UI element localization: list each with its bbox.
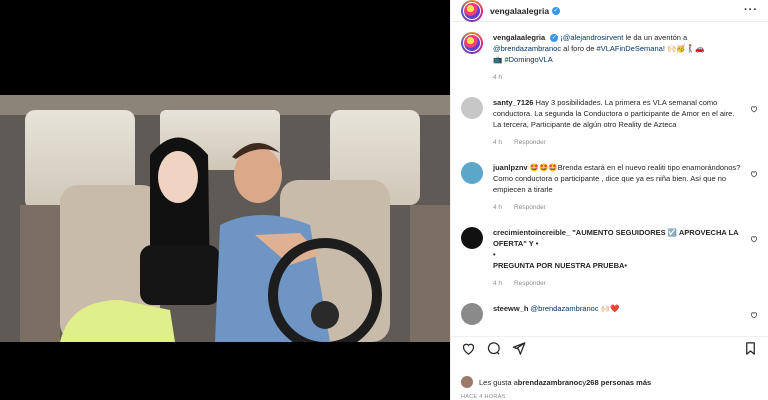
caption-username[interactable]: vengalaalegria — [493, 33, 545, 42]
like-comment-icon[interactable] — [750, 235, 758, 243]
comments-scroll[interactable]: vengalaalegria ✓ ¡@alejandrosirvent le d… — [451, 22, 768, 340]
more-options-icon[interactable]: ··· — [744, 4, 758, 16]
reply-button[interactable]: Responder — [514, 139, 546, 146]
like-comment-icon[interactable] — [750, 311, 758, 319]
post-age: HACE 4 HORAS — [461, 394, 506, 400]
like-comment-icon[interactable] — [750, 105, 758, 113]
account-username[interactable]: vengalaalegria — [490, 6, 549, 16]
likes-summary[interactable]: Les gusta a brendazambranoc y 268 person… — [461, 376, 651, 388]
comment-row: juanlpznv 🤩🤩🤩Brenda estará en el nuevo r… — [461, 162, 758, 213]
caption-hashtag[interactable]: #VLAFinDeSemana — [597, 44, 663, 53]
caption-text: ! 🙌🏻🥳🚶‍♀️🚗 — [662, 44, 705, 53]
likes-prefix: Les gusta a — [479, 377, 518, 387]
comment-row: crecimientoincreible_ "AUMENTO SEGUIDORE… — [461, 227, 758, 289]
comment-text: 🤩🤩🤩Brenda estará en el nuevo realiti tip… — [493, 163, 741, 194]
caption-hashtag[interactable]: #DomingoVLA — [504, 55, 552, 64]
comment-mention[interactable]: @brendazambranoc — [531, 304, 599, 313]
comment-avatar[interactable] — [461, 227, 483, 249]
post-sidebar: vengalaalegria ✓ ··· vengalaalegria ✓ ¡@… — [450, 0, 768, 400]
like-comment-icon[interactable] — [750, 170, 758, 178]
post-header: vengalaalegria ✓ ··· — [451, 0, 768, 22]
caption-row: vengalaalegria ✓ ¡@alejandrosirvent le d… — [461, 32, 758, 83]
reply-button[interactable]: Responder — [514, 204, 546, 211]
caption-text: al foro de — [561, 44, 597, 53]
comment-time: 4 h — [493, 280, 503, 287]
comment-avatar[interactable] — [461, 303, 483, 325]
comment-avatar[interactable] — [461, 162, 483, 184]
post-actions — [451, 336, 768, 360]
caption-mention[interactable]: @brendazambranoc — [493, 44, 561, 53]
verified-badge-icon: ✓ — [550, 34, 559, 43]
likes-user[interactable]: brendazambranoc — [518, 378, 583, 387]
comment-icon[interactable] — [486, 341, 501, 356]
comment-text: 🙌🏻❤️ — [598, 304, 620, 313]
comment-time: 4 h — [493, 139, 503, 146]
post-photo — [0, 95, 450, 342]
caption-avatar[interactable] — [461, 32, 483, 54]
comment-username[interactable]: crecimientoincreible_ — [493, 228, 570, 237]
comment-text: PREGUNTA POR NUESTRA PRUEBA• — [493, 261, 628, 270]
caption-text: 📺 — [493, 55, 505, 64]
caption-text: le da un aventón a — [623, 33, 688, 42]
reply-button[interactable]: Responder — [514, 280, 546, 287]
verified-badge-icon: ✓ — [552, 6, 561, 15]
likes-count[interactable]: 268 personas más — [586, 378, 651, 387]
comment-avatar[interactable] — [461, 97, 483, 119]
caption-time: 4 h — [493, 74, 503, 81]
save-bookmark-icon[interactable] — [743, 341, 758, 356]
comment-row: santy_7126 Hay 3 posibilidades. La prime… — [461, 97, 758, 148]
comment-time: 4 h — [493, 204, 503, 211]
liker-avatar — [461, 376, 473, 388]
caption-mention[interactable]: ¡@alejandrosirvent — [560, 33, 623, 42]
account-avatar[interactable] — [461, 0, 483, 22]
share-icon[interactable] — [511, 341, 526, 356]
comment-username[interactable]: juanlpznv — [493, 163, 528, 172]
comment-username[interactable]: steeww_h — [493, 304, 528, 313]
comment-row: steeww_h @brendazambranoc 🙌🏻❤️ — [461, 303, 758, 325]
like-icon[interactable] — [461, 341, 476, 356]
comment-username[interactable]: santy_7126 — [493, 98, 533, 107]
comment-text: • — [493, 250, 496, 259]
post-media[interactable] — [0, 0, 450, 400]
